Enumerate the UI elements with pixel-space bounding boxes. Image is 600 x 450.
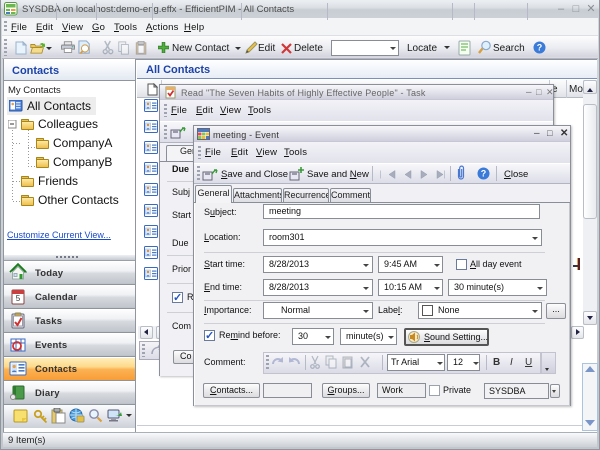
svg-text:?: ? (537, 43, 543, 53)
svg-text:5: 5 (16, 294, 21, 303)
svg-text:?: ? (481, 169, 487, 179)
